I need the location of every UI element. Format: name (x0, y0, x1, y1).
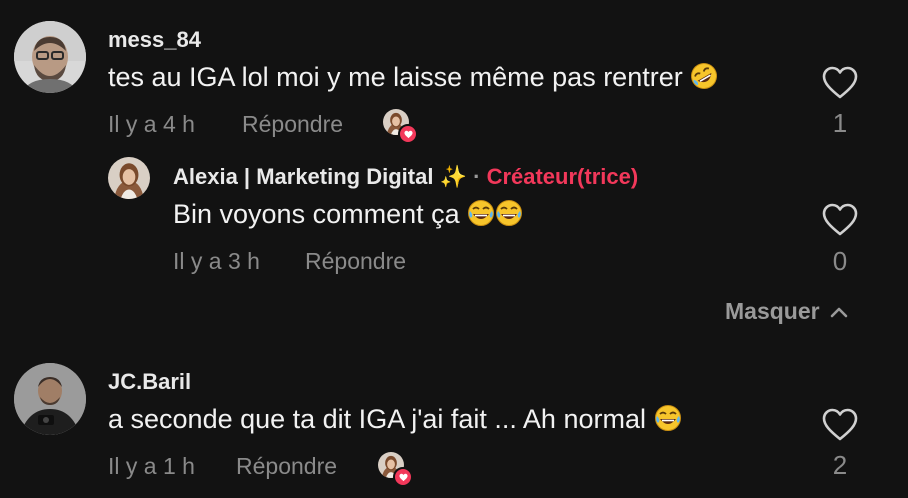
creator-badge: Créateur(trice) (486, 164, 639, 189)
tears-of-joy-emoji-icon (495, 199, 523, 227)
comment-text: a seconde que ta dit IGA j'ai fait ... A… (108, 404, 682, 435)
comment-timestamp: Il y a 4 h (108, 111, 195, 137)
hide-replies-button[interactable]: Masquer (725, 298, 848, 325)
reply-button[interactable]: Répondre (305, 248, 406, 275)
reply-username[interactable]: Alexia | Marketing Digital (173, 164, 433, 189)
reply-text-content: Bin voyons comment ça (173, 199, 460, 229)
tears-of-joy-emoji-icon (654, 404, 682, 432)
creator-photo-icon (108, 157, 150, 199)
comment-text-content: a seconde que ta dit IGA j'ai fait ... A… (108, 404, 646, 434)
liked-heart-icon (393, 467, 413, 487)
chevron-up-icon (830, 307, 847, 317)
hide-replies-label: Masquer (725, 298, 820, 324)
separator-dot: · (473, 164, 481, 189)
avatar[interactable] (14, 21, 86, 93)
like-heart-icon[interactable] (822, 408, 858, 442)
creator-liked-badge (383, 109, 418, 144)
liked-heart-icon (398, 124, 418, 144)
reply-username-line: Alexia | Marketing Digital ✨ · Créateur(… (173, 164, 638, 190)
like-count: 0 (832, 246, 848, 276)
creator-liked-badge (378, 452, 413, 487)
comment-text: tes au IGA lol moi y me laisse même pas … (108, 62, 718, 93)
user-photo-icon (14, 21, 86, 93)
comment-username[interactable]: JC.Baril (108, 369, 191, 395)
rolling-on-floor-laughing-emoji-icon (690, 62, 718, 90)
avatar[interactable] (14, 363, 86, 435)
like-count: 1 (832, 108, 848, 138)
like-heart-icon[interactable] (822, 66, 858, 100)
like-count: 2 (832, 450, 848, 480)
reply-button[interactable]: Répondre (236, 453, 337, 480)
tears-of-joy-emoji-icon (467, 199, 495, 227)
reply-text: Bin voyons comment ça (173, 199, 523, 230)
comment-text-content: tes au IGA lol moi y me laisse même pas … (108, 62, 683, 92)
reply-timestamp: Il y a 3 h (173, 248, 260, 274)
like-heart-icon[interactable] (822, 203, 858, 237)
sparkles-emoji-icon: ✨ (439, 164, 467, 189)
comment-timestamp: Il y a 1 h (108, 453, 195, 479)
reply-button[interactable]: Répondre (242, 111, 343, 138)
user-photo-icon (14, 363, 86, 435)
reply-avatar[interactable] (108, 157, 150, 199)
comment-username[interactable]: mess_84 (108, 27, 201, 53)
